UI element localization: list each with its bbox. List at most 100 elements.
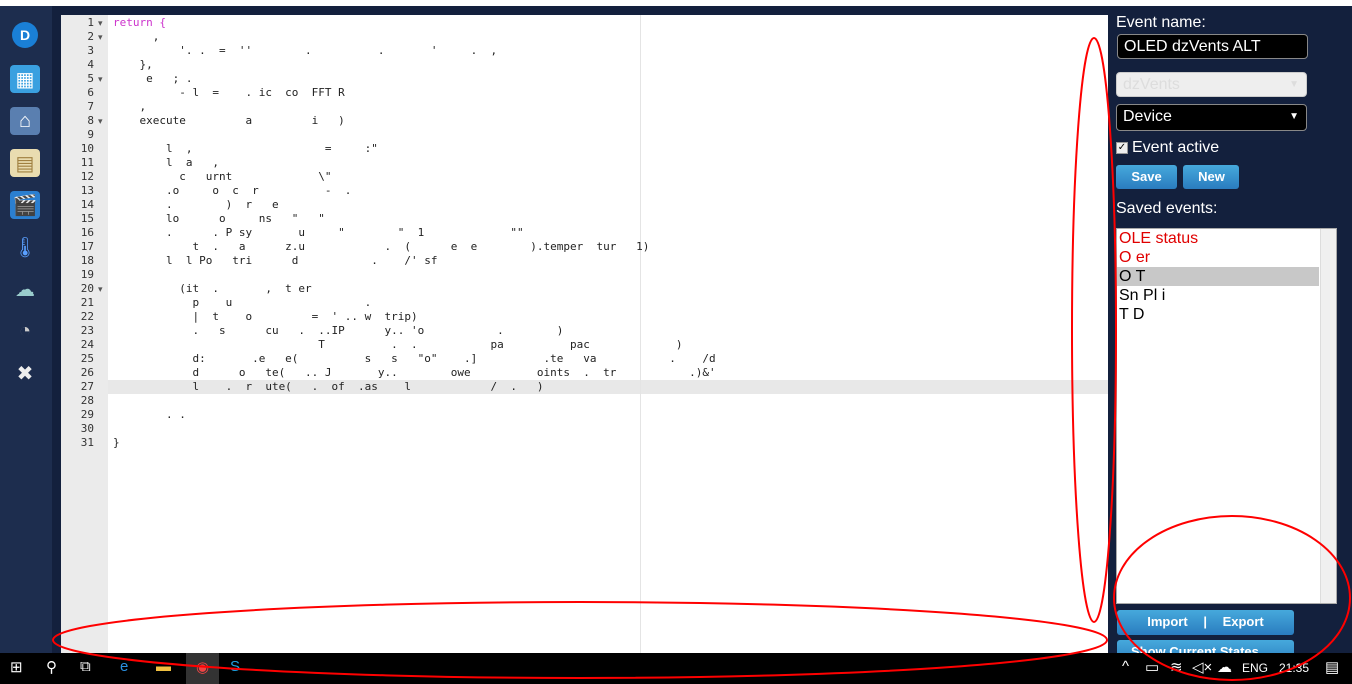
code-line: } bbox=[113, 436, 120, 449]
code-line: . . P sy u " " 1 "" bbox=[113, 226, 524, 239]
code-line: . ) r e bbox=[113, 198, 279, 211]
line-number: 30 bbox=[80, 422, 94, 435]
code-line: . s cu . ..IP y.. 'o . ) bbox=[113, 324, 564, 337]
line-number: 14 bbox=[80, 198, 94, 211]
code-line: T . . pa pac ) bbox=[113, 338, 683, 351]
saved-event-item[interactable]: OLE status bbox=[1117, 229, 1319, 248]
line-number: 21 bbox=[80, 296, 94, 309]
scenes-clapper-icon[interactable]: 🎬 bbox=[10, 191, 40, 219]
floorplan-house-icon[interactable]: ⌂ bbox=[10, 107, 40, 135]
new-button[interactable]: New bbox=[1183, 165, 1240, 189]
language-select-value: dzVents bbox=[1123, 76, 1180, 93]
code-line: d o te( .. J y.. owe oints . tr .)&' bbox=[113, 366, 716, 379]
trigger-select[interactable]: Device ▼ bbox=[1116, 104, 1307, 131]
saved-event-item[interactable]: T D bbox=[1117, 305, 1319, 324]
code-line: .o o c r - . bbox=[113, 184, 352, 197]
separator: | bbox=[1203, 614, 1207, 629]
file-explorer-icon[interactable]: ▬ bbox=[156, 658, 171, 675]
line-number: 26 bbox=[80, 366, 94, 379]
code-line: c urnt \" bbox=[113, 170, 332, 183]
code-line: execute a i ) bbox=[113, 114, 345, 127]
code-line: return { bbox=[113, 16, 166, 29]
code-line: d: .e e( s s "o" .] .te va . /d bbox=[113, 352, 716, 365]
line-number: 12 bbox=[80, 170, 94, 183]
line-number: 28 bbox=[80, 394, 94, 407]
task-view-icon[interactable]: ⧉ bbox=[80, 658, 91, 675]
search-icon[interactable]: ⚲ bbox=[46, 658, 57, 676]
scrollbar[interactable] bbox=[1320, 229, 1336, 603]
trigger-select-value: Device bbox=[1123, 108, 1172, 125]
line-number: 9 bbox=[87, 128, 94, 141]
export-button[interactable]: Export bbox=[1223, 614, 1264, 629]
fold-toggle-icon[interactable]: ▾ bbox=[98, 72, 103, 86]
browser-top-edge bbox=[0, 0, 1352, 6]
event-panel: Event name: OLED dzVents ALT dzVents ▼ De… bbox=[1116, 14, 1311, 218]
cloud-icon[interactable]: ☁ bbox=[1217, 658, 1232, 676]
code-editor[interactable]: 1 ▾ return {2 ▾ ,3 '. . = '' . . ' . ,4 }, 5… bbox=[61, 15, 1108, 653]
line-number: 6 bbox=[87, 86, 94, 99]
line-number: 29 bbox=[80, 408, 94, 421]
line-number: 16 bbox=[80, 226, 94, 239]
dashboard-icon[interactable]: ▦ bbox=[10, 65, 40, 93]
line-number: 22 bbox=[80, 310, 94, 323]
line-number: 24 bbox=[80, 338, 94, 351]
fold-toggle-icon[interactable]: ▾ bbox=[98, 16, 103, 30]
line-number: 23 bbox=[80, 324, 94, 337]
fold-toggle-icon[interactable]: ▾ bbox=[98, 282, 103, 296]
windows-start-icon[interactable]: ⊞ bbox=[10, 658, 23, 676]
line-number: 18 bbox=[80, 254, 94, 267]
code-line: (it . , t er bbox=[113, 282, 312, 295]
utility-gauge-icon[interactable]: ◔ bbox=[10, 317, 40, 345]
event-active-checkbox[interactable]: ✓ bbox=[1116, 142, 1128, 154]
saved-events-list[interactable]: OLE status O er O T Sn Pl iT D bbox=[1116, 228, 1337, 604]
saved-event-item[interactable]: O er bbox=[1117, 248, 1319, 267]
weather-icon[interactable]: ☁ bbox=[10, 275, 40, 303]
power-icon[interactable]: ▭ bbox=[1145, 658, 1159, 676]
skype-icon[interactable]: S bbox=[230, 658, 240, 675]
event-active-row: ✓ Event active bbox=[1116, 139, 1311, 157]
line-number: 19 bbox=[80, 268, 94, 281]
code-line: , bbox=[113, 100, 147, 113]
code-line: e ; . bbox=[113, 72, 193, 85]
line-number: 7 bbox=[87, 100, 94, 113]
event-name-input[interactable]: OLED dzVents ALT bbox=[1117, 34, 1308, 59]
saved-event-item[interactable]: Sn Pl i bbox=[1117, 286, 1319, 305]
code-line: . . bbox=[113, 408, 186, 421]
edge-browser-icon[interactable]: e bbox=[120, 658, 128, 675]
code-line: }, bbox=[113, 58, 153, 71]
notifications-icon[interactable]: ▤ bbox=[1325, 658, 1339, 676]
code-line: t . a z.u . ( e e ).temper tur 1) bbox=[113, 240, 650, 253]
setup-tools-icon[interactable]: ✖ bbox=[10, 359, 40, 387]
code-line: p u . bbox=[113, 296, 372, 309]
fold-toggle-icon[interactable]: ▾ bbox=[98, 30, 103, 44]
language-select[interactable]: dzVents ▼ bbox=[1116, 72, 1307, 97]
line-number: 10 bbox=[80, 142, 94, 155]
fold-toggle-icon[interactable]: ▾ bbox=[98, 114, 103, 128]
language-indicator[interactable]: ENG bbox=[1242, 661, 1268, 675]
line-number: 27 bbox=[80, 380, 94, 393]
line-number: 17 bbox=[80, 240, 94, 253]
line-number: 3 bbox=[87, 44, 94, 57]
line-number: 4 bbox=[87, 58, 94, 71]
save-button[interactable]: Save bbox=[1116, 165, 1177, 189]
import-button[interactable]: Import bbox=[1147, 614, 1187, 629]
chrome-icon[interactable]: ◉ bbox=[186, 653, 219, 684]
print-margin bbox=[640, 15, 641, 653]
chevron-down-icon: ▼ bbox=[1289, 111, 1299, 122]
code-line: | t o = ' .. w trip) bbox=[113, 310, 418, 323]
wifi-icon[interactable]: ≋ bbox=[1170, 658, 1183, 676]
chevron-down-icon: ▼ bbox=[1289, 79, 1299, 90]
code-line: lo o ns " " bbox=[113, 212, 325, 225]
chevron-up-icon[interactable]: ^ bbox=[1122, 658, 1129, 675]
temperature-icon[interactable]: 🌡 bbox=[10, 233, 40, 261]
line-number: 31 bbox=[80, 436, 94, 449]
volume-muted-icon[interactable]: ◁× bbox=[1192, 658, 1212, 676]
code-line: l , = :" bbox=[113, 142, 378, 155]
line-number: 13 bbox=[80, 184, 94, 197]
saved-event-item[interactable]: O T bbox=[1117, 267, 1319, 286]
switches-icon[interactable]: ▤ bbox=[10, 149, 40, 177]
domoticz-logo-icon[interactable]: D bbox=[12, 22, 38, 48]
import-export-bar: Import | Export bbox=[1117, 610, 1294, 635]
event-name-label: Event name: bbox=[1116, 14, 1206, 31]
clock[interactable]: 21:35 bbox=[1279, 661, 1309, 675]
